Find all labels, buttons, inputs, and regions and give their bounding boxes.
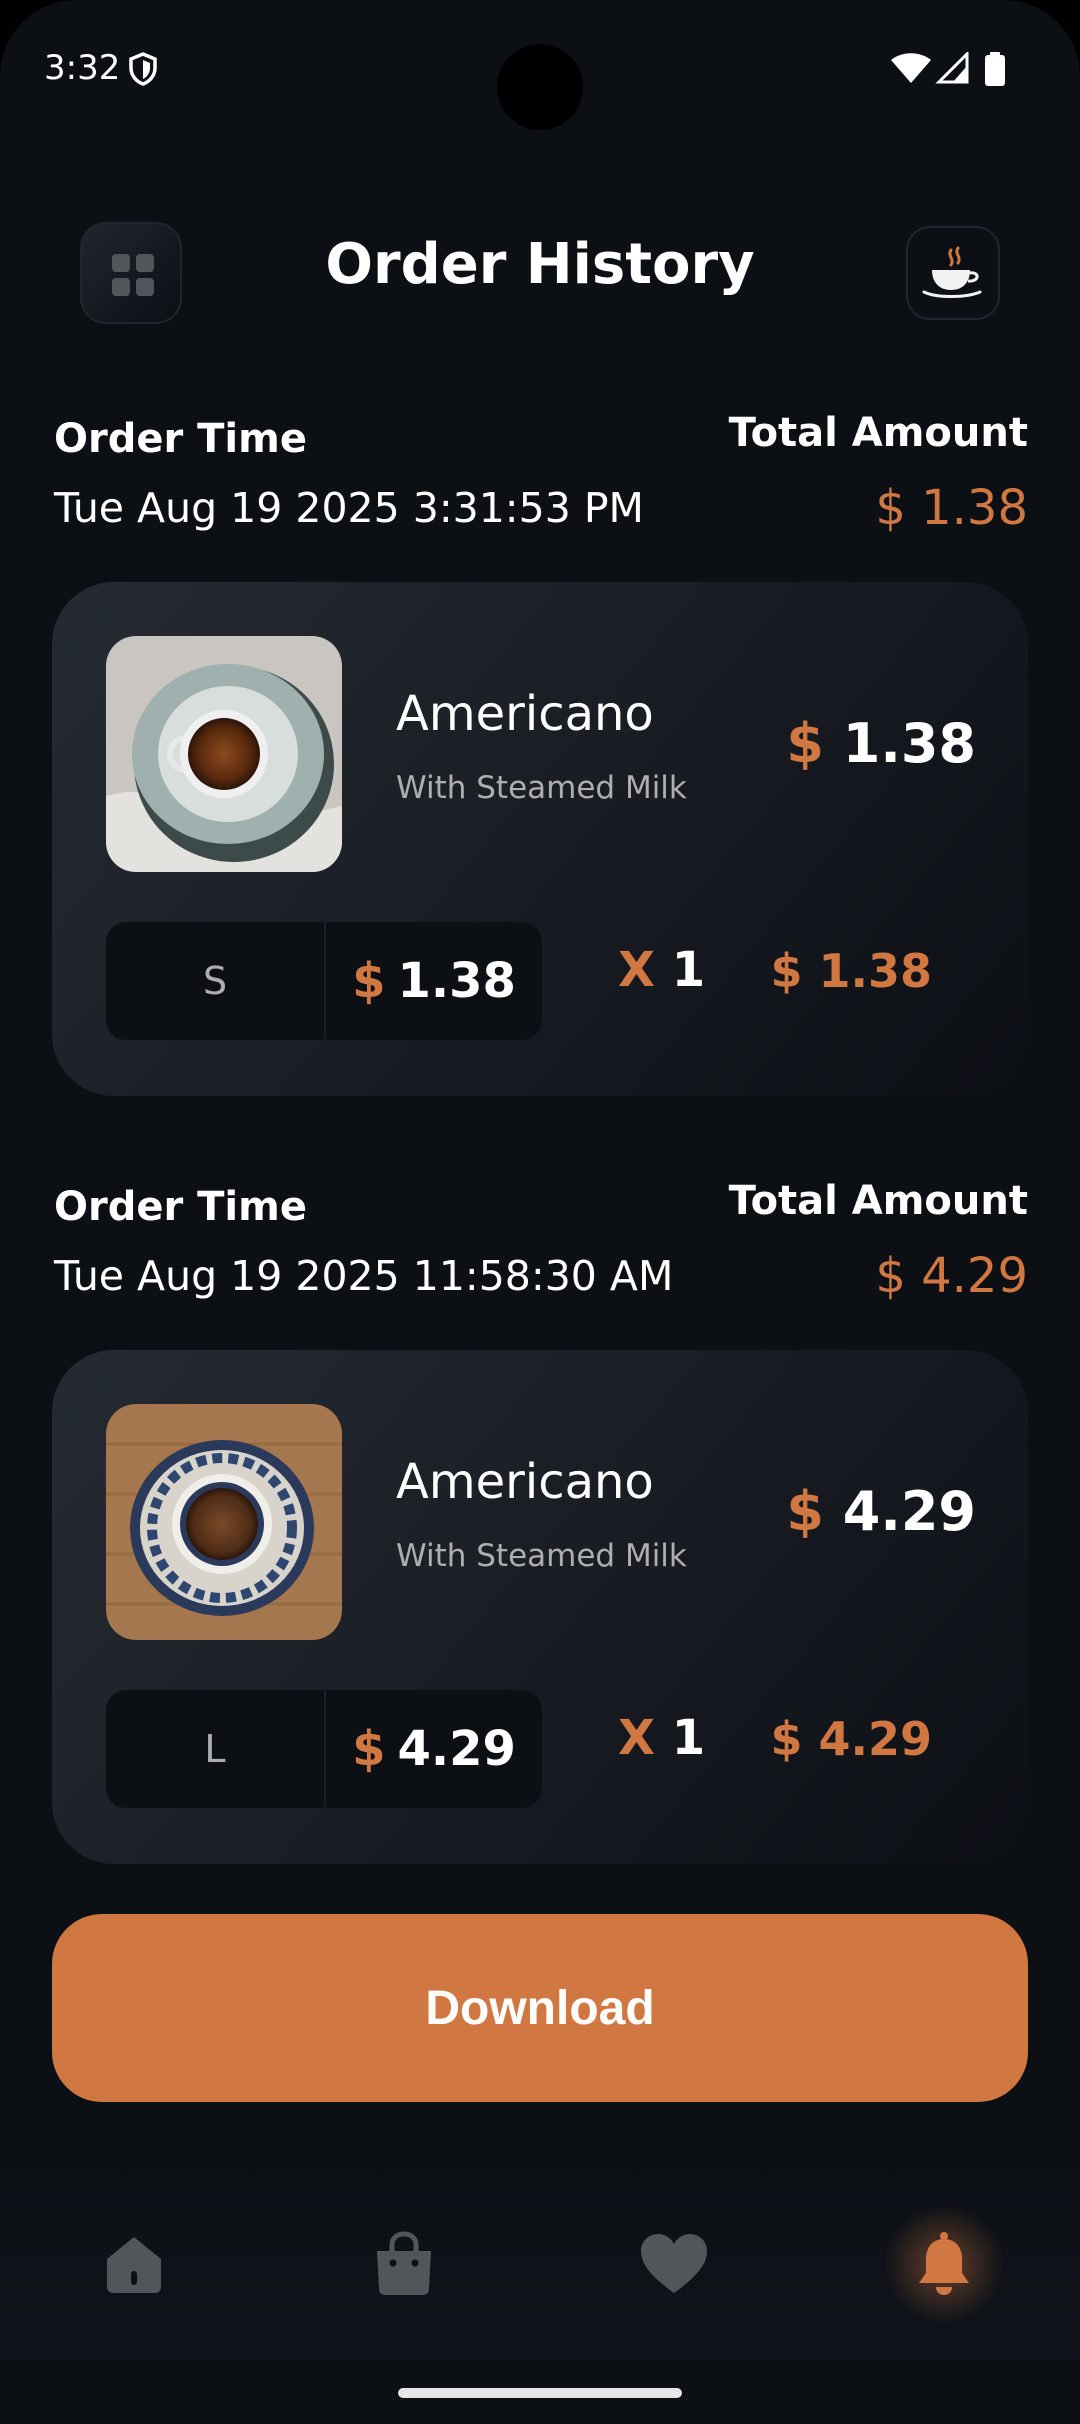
line-total: $ 4.29 <box>770 1712 932 1766</box>
total-amount-label: Total Amount <box>728 1178 1028 1224</box>
size-price: $ 1.38 <box>326 922 542 1040</box>
download-button[interactable]: Download <box>52 1914 1028 2102</box>
nav-favorites[interactable] <box>624 2214 724 2314</box>
order-history-screen: 3:32 Order History Order Time Tue Aug 19… <box>0 0 1080 2424</box>
nav-notifications[interactable] <box>884 2204 1004 2324</box>
currency-symbol: $ <box>786 1480 824 1543</box>
size-price-value: 4.29 <box>397 1721 516 1777</box>
size-label: S <box>106 922 324 1040</box>
shopping-bag-icon <box>377 2231 431 2295</box>
wifi-icon <box>890 52 932 88</box>
order-time-value: Tue Aug 19 2025 11:58:30 AM <box>54 1252 674 1300</box>
total-amount-label: Total Amount <box>728 410 1028 456</box>
quantity-prefix: X <box>618 942 656 998</box>
coffee-thumbnail <box>106 636 342 872</box>
status-bar: 3:32 <box>0 0 1080 140</box>
order-item-card[interactable]: Americano With Steamed Milk $ 4.29 L $ 4… <box>52 1350 1028 1864</box>
status-time: 3:32 <box>44 48 121 88</box>
item-name: Americano <box>396 1454 654 1510</box>
order-time-label: Order Time <box>54 416 307 462</box>
nav-home[interactable] <box>84 2214 184 2314</box>
quantity-prefix: X <box>618 1710 656 1766</box>
front-camera <box>497 44 583 130</box>
nav-cart[interactable] <box>354 2214 454 2314</box>
size-price-value: 1.38 <box>397 953 516 1009</box>
order-time-value: Tue Aug 19 2025 3:31:53 PM <box>54 484 644 532</box>
price-value: 1.38 <box>842 712 976 775</box>
order-item-card[interactable]: Americano With Steamed Milk $ 1.38 S $ 1… <box>52 582 1028 1096</box>
quantity-value: 1 <box>671 942 706 998</box>
currency-symbol: $ <box>786 712 824 775</box>
item-price: $ 4.29 <box>786 1480 976 1543</box>
bottom-nav <box>0 2150 1080 2360</box>
coffee-thumbnail <box>106 1404 342 1640</box>
signal-icon <box>935 50 969 88</box>
home-indicator[interactable] <box>398 2388 682 2398</box>
coffee-cup-icon <box>922 246 982 298</box>
size-label: L <box>106 1690 324 1808</box>
heart-icon <box>641 2234 707 2293</box>
item-subtitle: With Steamed Milk <box>396 1538 687 1574</box>
size-price: $ 4.29 <box>326 1690 542 1808</box>
line-total: $ 1.38 <box>770 944 932 998</box>
currency-symbol: $ <box>352 1721 386 1777</box>
item-subtitle: With Steamed Milk <box>396 770 687 806</box>
home-icon <box>107 2237 161 2293</box>
item-name: Americano <box>396 686 654 742</box>
price-value: 4.29 <box>842 1480 976 1543</box>
profile-avatar-button[interactable] <box>906 226 1000 320</box>
quantity: X 1 <box>618 942 705 998</box>
shield-icon <box>128 52 158 90</box>
order-time-label: Order Time <box>54 1184 307 1230</box>
quantity-value: 1 <box>671 1710 706 1766</box>
item-price: $ 1.38 <box>786 712 976 775</box>
currency-symbol: $ <box>352 953 386 1009</box>
bell-icon <box>919 2232 969 2295</box>
total-amount-value: $ 4.29 <box>875 1248 1028 1304</box>
battery-icon <box>984 52 1006 90</box>
total-amount-value: $ 1.38 <box>875 480 1028 536</box>
quantity: X 1 <box>618 1710 705 1766</box>
